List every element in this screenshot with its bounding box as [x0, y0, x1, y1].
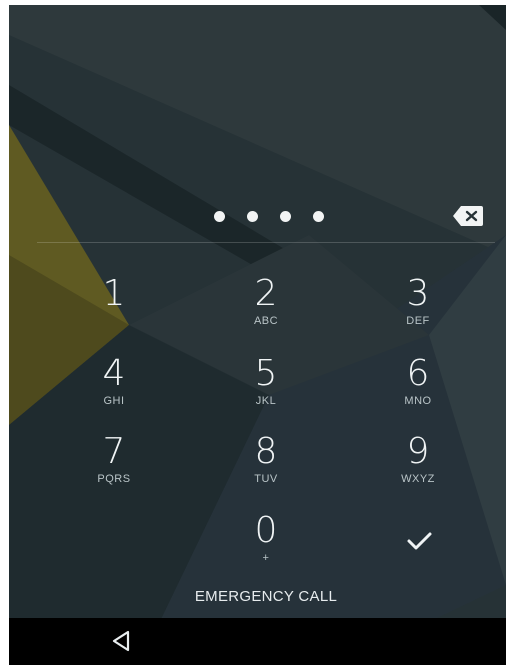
key-letters: + [262, 552, 270, 564]
key-4[interactable]: 4 GHI [59, 355, 169, 425]
key-letters: MNO [404, 395, 432, 407]
key-3[interactable]: 3 DEF [363, 275, 473, 345]
key-9[interactable]: 9 WXYZ [363, 433, 473, 503]
key-8[interactable]: 8 TUV [211, 433, 321, 503]
key-digit: 2 [254, 273, 278, 314]
key-digit: 4 [102, 353, 126, 394]
navigation-bar [9, 618, 506, 665]
key-6[interactable]: 6 MNO [363, 355, 473, 425]
key-7[interactable]: 7 PQRS [59, 433, 169, 503]
key-1[interactable]: 1 [59, 275, 169, 345]
key-letters: PQRS [97, 473, 131, 485]
key-letters: GHI [103, 395, 125, 407]
key-digit: 7 [102, 431, 126, 472]
key-5[interactable]: 5 JKL [211, 355, 321, 425]
key-letters: DEF [406, 315, 430, 327]
keypad: 1 2 ABC 3 DEF 4 GHI 5 JKL 6 MNO 7 PQRS 8 [9, 5, 506, 665]
lock-screen: 1 2 ABC 3 DEF 4 GHI 5 JKL 6 MNO 7 PQRS 8 [9, 5, 506, 665]
key-digit: 3 [406, 273, 430, 314]
key-letters: WXYZ [401, 473, 435, 485]
key-digit: 5 [254, 353, 278, 394]
key-0[interactable]: 0 + [211, 512, 321, 582]
key-digit: 8 [254, 431, 278, 472]
key-digit: 0 [254, 510, 278, 551]
key-letters: ABC [253, 315, 279, 327]
key-digit: 1 [102, 273, 126, 314]
checkmark-icon[interactable] [389, 515, 449, 565]
back-triangle-icon[interactable] [107, 626, 137, 656]
emergency-call-button[interactable]: EMERGENCY CALL [159, 585, 373, 609]
key-digit: 6 [406, 353, 430, 394]
key-digit: 9 [406, 431, 430, 472]
key-2[interactable]: 2 ABC [211, 275, 321, 345]
key-letters: JKL [255, 395, 277, 407]
key-letters: TUV [254, 473, 278, 485]
